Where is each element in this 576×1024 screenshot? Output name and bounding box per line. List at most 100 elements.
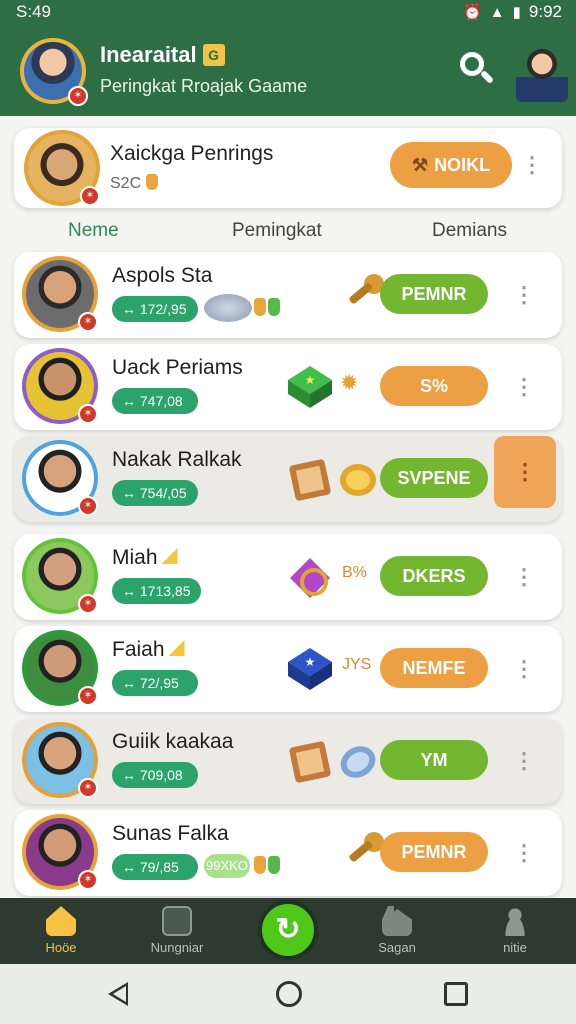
nav-shop[interactable]: Sagan — [352, 906, 442, 955]
action-button[interactable]: S% — [380, 366, 488, 406]
leaderboard-row[interactable]: ✶ Guiik kaakaa ↔ 709,08 YM ⋮ — [14, 718, 562, 804]
action-button[interactable]: DKERS — [380, 556, 488, 596]
more-options-icon[interactable]: ⋮ — [520, 150, 544, 180]
sun-icon: ✹ — [340, 370, 359, 395]
gold-coin-icon — [340, 464, 376, 496]
scroll-icon — [289, 459, 331, 501]
more-options-icon[interactable]: ⋮ — [512, 838, 536, 868]
nav-home-label: Hoöe — [45, 940, 77, 955]
player-name: Guiik kaakaa — [112, 730, 234, 753]
featured-button-label: NOIKL — [434, 155, 491, 175]
shop-icon — [382, 906, 412, 936]
hearts-icon — [254, 856, 282, 879]
leaderboard-row[interactable]: ✶ Aspols Sta ↔ 172/,95 PEMNR ⋮ — [14, 252, 562, 338]
leaderboard-row[interactable]: ✶ Faiah ↔ 72/,95 ★ JYS NEMFE ⋮ — [14, 626, 562, 712]
player-avatar: ✶ — [22, 630, 98, 706]
bottom-nav: Hoöe Nungniar ↻ Sagan nitie — [0, 898, 576, 964]
badge-icon: ✶ — [80, 186, 100, 206]
score-badge: ↔ 1713,85 — [112, 578, 201, 604]
tab-pemingkat[interactable]: Pemingkat — [232, 220, 322, 242]
player-name-text: Faiah — [112, 638, 165, 661]
cheese-icon — [161, 548, 178, 564]
player-name-text: Miah — [112, 546, 158, 569]
badge-icon: ✶ — [78, 594, 98, 614]
nav-home[interactable]: Hoöe — [16, 906, 106, 955]
more-options-icon[interactable]: ⋮ — [512, 562, 536, 592]
tab-bar: Neme Pemingkat Demians — [0, 216, 576, 246]
badge-icon: ✶ — [68, 86, 88, 106]
more-options-icon[interactable]: ⋮ — [512, 746, 536, 776]
nav-profile-label: nitie — [503, 940, 527, 955]
player-avatar: ✶ — [22, 348, 98, 424]
scroll-icon — [289, 741, 331, 783]
title-badge: G — [202, 44, 225, 66]
action-button[interactable]: NEMFE — [380, 648, 488, 688]
score-badge: ↔ 172/,95 — [112, 296, 198, 322]
signal-icon: ▲ — [489, 3, 505, 21]
leaderboard-row[interactable]: ✶ Nakak Ralkak ↔ 754/,05 SVPENE ⋮ — [14, 436, 562, 522]
main-panel: ✶ Xaickga Penrings S2C ⚒ NOIKL ⋮ Neme Pem… — [0, 116, 576, 898]
leaderboard-row[interactable]: ✶ Uack Periams ↔ 747,08 ★ ✹ S% ⋮ — [14, 344, 562, 430]
page-subtitle: Peringkat Rroajak Gaame — [100, 76, 308, 96]
tool-icon: ⚒ — [411, 155, 429, 175]
featured-player-card[interactable]: ✶ Xaickga Penrings S2C ⚒ NOIKL ⋮ — [14, 128, 562, 208]
profile-avatar[interactable] — [516, 46, 568, 102]
player-avatar: ✶ — [22, 814, 98, 890]
badge-icon: ✶ — [78, 312, 98, 332]
featured-action-button[interactable]: ⚒ NOIKL — [390, 142, 512, 188]
header-avatar[interactable]: ✶ — [20, 38, 88, 106]
page-title: Inearaital G — [100, 42, 225, 68]
badge-icon: ✶ — [78, 870, 98, 890]
action-button[interactable]: SVPENE — [380, 458, 488, 498]
home-circle-icon[interactable] — [276, 981, 302, 1007]
gem-stack-icon: ★ — [288, 366, 332, 408]
player-name: Uack Periams — [112, 356, 243, 379]
tab-demians[interactable]: Demians — [432, 220, 507, 242]
player-name: Aspols Sta — [112, 264, 213, 287]
nav-ranking[interactable]: Nungniar — [132, 906, 222, 955]
status-time-left: S:49 — [16, 2, 51, 21]
status-time-right: 9:92 — [528, 2, 562, 21]
app-header: ✶ Inearaital G Peringkat Rroajak Gaame — [0, 26, 576, 116]
tab-neme[interactable]: Neme — [68, 220, 119, 242]
heart-icon — [145, 174, 158, 190]
status-bar: S:49 ⏰ ▲ ▮ 9:92 — [0, 0, 576, 26]
battery-icon: ▮ — [512, 4, 521, 21]
nav-ranking-label: Nungniar — [150, 940, 204, 955]
nav-shop-label: Sagan — [378, 940, 416, 955]
system-nav-bar — [0, 964, 576, 1024]
bonus-text: B% — [342, 564, 367, 581]
score-badge: ↔ 709,08 — [112, 762, 198, 788]
bonus-text: JYS — [342, 656, 372, 673]
badge-icon: ✶ — [78, 404, 98, 424]
player-name: Miah — [112, 546, 178, 570]
leaderboard-row[interactable]: ✶ Sunas Falka ↔ 79/,85 99XKO PEMNR ⋮ — [14, 810, 562, 896]
action-button[interactable]: YM — [380, 740, 488, 780]
leaderboard-row[interactable]: ✶ Miah ↔ 1713,85 B% DKERS ⋮ — [14, 534, 562, 620]
player-name: Nakak Ralkak — [112, 448, 242, 471]
back-icon[interactable] — [108, 982, 128, 1006]
status-icons: ⏰ ▲ ▮ 9:92 — [463, 2, 562, 22]
potion-icon — [290, 558, 330, 598]
action-button[interactable]: PEMNR — [380, 274, 488, 314]
more-options-icon[interactable]: ⋮ — [494, 436, 556, 508]
featured-name: Xaickga Penrings — [110, 142, 274, 165]
player-avatar: ✶ — [22, 440, 98, 516]
featured-sub-text: S2C — [110, 175, 142, 192]
badge-icon: ✶ — [78, 686, 98, 706]
svg-text:★: ★ — [305, 373, 316, 387]
play-button[interactable]: ↻ — [258, 900, 318, 960]
svg-text:★: ★ — [305, 655, 316, 669]
search-icon[interactable] — [458, 50, 495, 86]
score-badge: ↔ 79/,85 — [112, 854, 198, 880]
gem-stack-icon: ★ — [288, 648, 332, 690]
more-options-icon[interactable]: ⋮ — [512, 654, 536, 684]
score-badge: ↔ 72/,95 — [112, 670, 198, 696]
bonus-tag: 99XKO — [204, 854, 250, 878]
recent-apps-icon[interactable] — [444, 982, 468, 1006]
player-avatar: ✶ — [22, 256, 98, 332]
more-options-icon[interactable]: ⋮ — [512, 280, 536, 310]
nav-profile[interactable]: nitie — [470, 906, 560, 955]
action-button[interactable]: PEMNR — [380, 832, 488, 872]
more-options-icon[interactable]: ⋮ — [512, 372, 536, 402]
